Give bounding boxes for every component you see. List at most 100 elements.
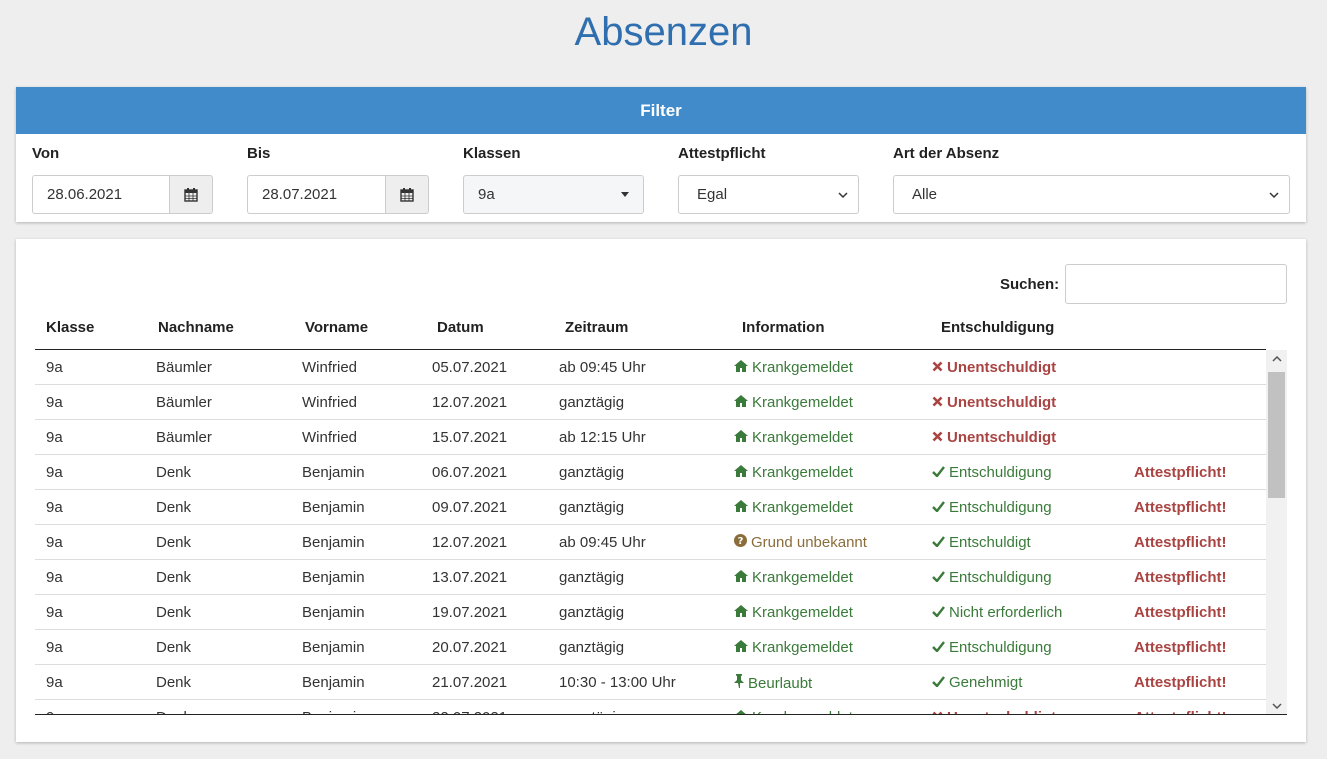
cell-information: ? Grund unbekannt [734,534,867,551]
cell-klasse: 9a [46,464,63,481]
cell-datum: 06.07.2021 [432,464,508,481]
cell-zeitraum: ab 12:15 Uhr [559,429,646,446]
cell-nachname: Denk [156,534,192,551]
cell-klasse: 9a [46,429,63,446]
cell-datum: 12.07.2021 [432,394,508,411]
cell-klasse: 9a [46,674,63,691]
filter-art: Art der Absenz Alle [893,145,1290,214]
table-row[interactable]: 9a Bäumler Winfried 12.07.2021 ganztägig Kran… [35,385,1266,420]
bis-calendar-button[interactable] [385,175,429,214]
cell-attestpflicht: Attestpflicht! [1134,604,1227,621]
cell-zeitraum: ganztägig [559,639,625,656]
table-row[interactable]: 9a Denk Benjamin 20.07.2021 ganztägig Krankge… [35,630,1266,665]
cell-information: Krankgemeldet [734,604,853,621]
check-icon [932,535,945,550]
cell-vorname: Winfried [302,359,358,376]
cell-klasse: 9a [46,359,63,376]
cell-information: Krankgemeldet [734,639,853,656]
table-row[interactable]: 9a Denk Benjamin 06.07.2021 ganztägig Krankge… [35,455,1266,490]
cell-entschuldigung: Genehmigt [932,674,1022,691]
bis-date-input[interactable]: 28.07.2021 [247,175,386,214]
search-input[interactable] [1065,264,1287,304]
cell-information: Krankgemeldet [734,464,853,481]
scrollbar[interactable] [1266,350,1287,714]
cell-nachname: Bäumler [156,429,212,446]
table-row[interactable]: 9a Bäumler Winfried 05.07.2021 ab 09:45 Uhr K… [35,350,1266,385]
information-text: Grund unbekannt [751,534,867,551]
home-icon [734,640,748,655]
cell-entschuldigung: Unentschuldigt [932,429,1056,446]
scroll-down-icon[interactable] [1266,697,1287,714]
cell-vorname: Benjamin [302,534,365,551]
home-icon [734,430,748,445]
table-row[interactable]: 9a Denk Benjamin 22.07.2021 ganztägig Krankge… [35,700,1266,714]
cell-zeitraum: ganztägig [559,709,624,714]
bis-label: Bis [247,145,271,162]
table-row[interactable]: 9a Denk Benjamin 09.07.2021 ganztägig Krankge… [35,490,1266,525]
entschuldigung-text: Entschuldigung [949,639,1052,656]
column-header-zeitraum[interactable]: Zeitraum [565,319,628,336]
table-row[interactable]: 9a Denk Benjamin 21.07.2021 10:30 - 13:00 Uh… [35,665,1266,700]
column-header-information[interactable]: Information [742,319,825,336]
cell-attestpflicht: Attestpflicht! [1134,464,1227,481]
table-row[interactable]: 9a Denk Benjamin 12.07.2021 ab 09:45 Uhr? Gru… [35,525,1266,560]
cell-entschuldigung: Entschuldigung [932,569,1052,586]
cell-entschuldigung: Entschuldigung [932,499,1052,516]
cell-attestpflicht: Attestpflicht! [1134,534,1227,551]
von-date-input[interactable]: 28.06.2021 [32,175,170,214]
cell-nachname: Denk [156,604,192,621]
information-text: Krankgemeldet [752,709,853,714]
information-text: Krankgemeldet [752,604,853,621]
cell-entschuldigung: Unentschuldigt [932,394,1056,411]
column-header-datum[interactable]: Datum [437,319,484,336]
cell-vorname: Benjamin [302,604,365,621]
column-header-nachname[interactable]: Nachname [158,319,234,336]
klassen-select[interactable]: 9a [463,175,644,214]
scrollbar-thumb[interactable] [1268,372,1285,498]
table-row[interactable]: 9a Bäumler Winfried 15.07.2021 ab 12:15 Uhr K… [35,420,1266,455]
art-select[interactable]: Alle [893,175,1290,214]
entschuldigung-text: Nicht erforderlich [949,604,1063,621]
art-value: Alle [912,186,938,203]
entschuldigung-text: Entschuldigung [949,464,1052,481]
home-icon [734,605,748,620]
table-row[interactable]: 9a Denk Benjamin 13.07.2021 ganztägig Krankge… [35,560,1266,595]
pin-icon [734,674,744,691]
entschuldigung-text: Entschuldigung [949,569,1052,586]
cell-datum: 15.07.2021 [432,429,508,446]
filter-klassen: Klassen 9a [463,145,644,214]
klassen-label: Klassen [463,145,521,162]
cell-attestpflicht: Attestpflicht! [1134,499,1227,516]
attestpflicht-select[interactable]: Egal [678,175,859,214]
cell-information: Krankgemeldet [734,499,853,516]
check-icon [932,465,945,480]
svg-text:?: ? [738,536,744,547]
table-row[interactable]: 9a Denk Benjamin 19.07.2021 ganztägig Krankge… [35,595,1266,630]
cell-zeitraum: ab 09:45 Uhr [559,534,646,551]
cell-zeitraum: 10:30 - 13:00 Uhr [559,674,676,691]
column-header-entschuldigung[interactable]: Entschuldigung [941,319,1054,336]
cell-nachname: Denk [156,569,192,586]
entschuldigung-text: Unentschuldigt [947,394,1057,411]
chevron-down-icon [1269,176,1279,213]
cell-information: Krankgemeldet [734,709,853,714]
cross-icon [932,360,943,375]
column-header-vorname[interactable]: Vorname [305,319,368,336]
cell-entschuldigung: Entschuldigt [932,534,1031,551]
entschuldigung-text: Unentschuldigt [947,429,1057,446]
entschuldigung-text: Unentschuldigt [947,359,1057,376]
filter-header: Filter [16,87,1306,134]
scroll-up-icon[interactable] [1266,350,1287,368]
entschuldigung-text: Unentschuldigt [947,709,1056,714]
cell-zeitraum: ganztägig [559,569,625,586]
cross-icon [932,395,943,410]
cell-zeitraum: ganztägig [559,464,625,481]
cell-zeitraum: ab 09:45 Uhr [559,359,646,376]
cell-nachname: Bäumler [156,359,212,376]
von-label: Von [32,145,60,162]
von-calendar-button[interactable] [169,175,213,214]
entschuldigung-text: Entschuldigt [949,534,1031,551]
cell-information: Krankgemeldet [734,394,853,411]
column-header-klasse[interactable]: Klasse [46,319,94,336]
cell-entschuldigung: Unentschuldigt [932,709,1056,714]
